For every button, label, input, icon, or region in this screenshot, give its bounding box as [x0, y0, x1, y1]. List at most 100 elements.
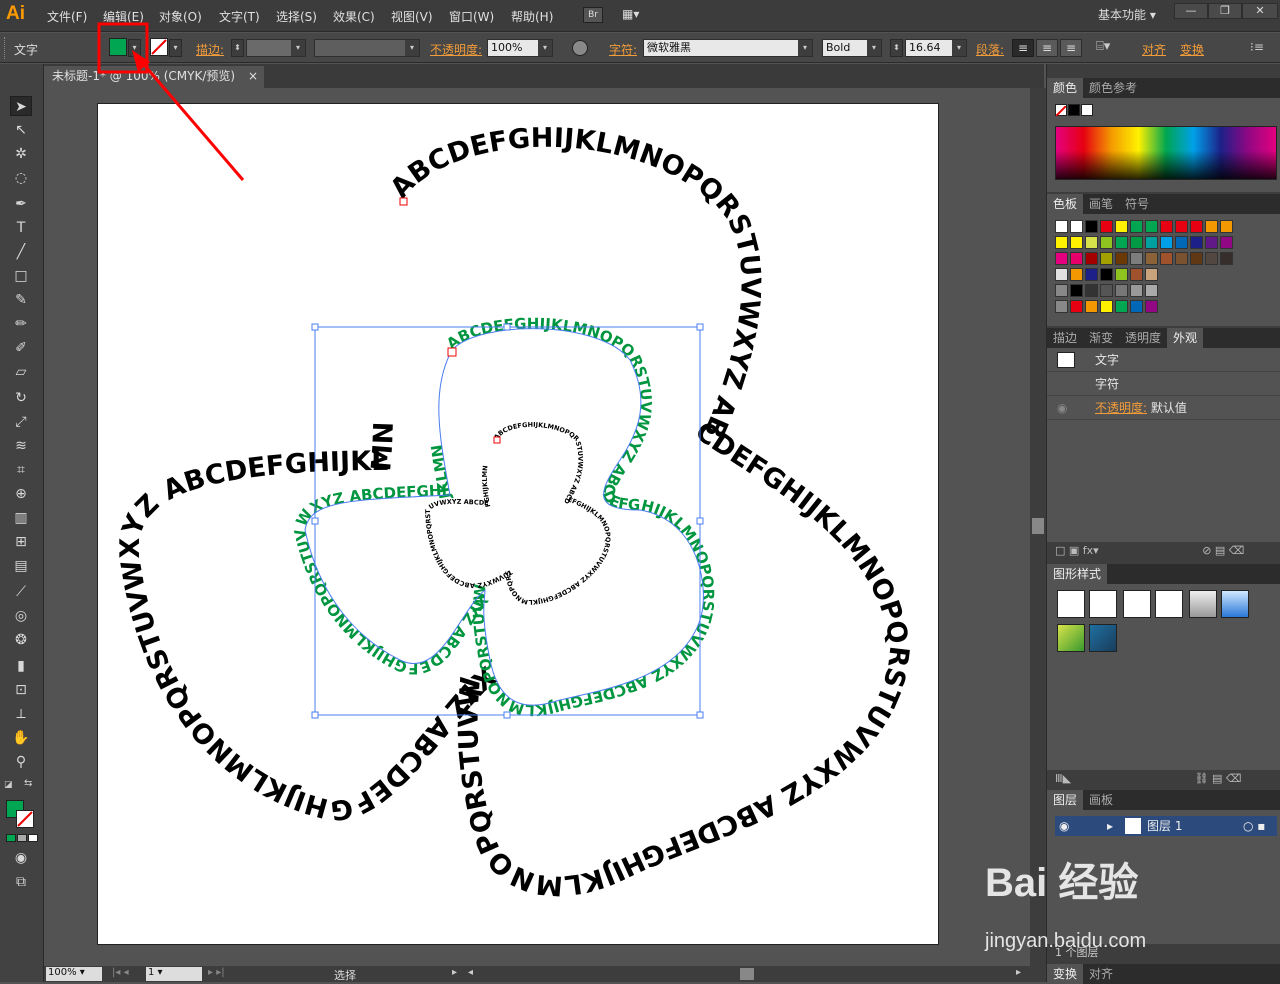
swatch[interactable] — [1190, 220, 1203, 233]
style-green-pattern[interactable] — [1057, 624, 1085, 652]
swatch[interactable] — [1055, 236, 1068, 249]
tab-color[interactable]: 颜色 — [1047, 78, 1084, 98]
swatch[interactable] — [1160, 252, 1173, 265]
handle-bottom-center[interactable] — [503, 711, 511, 719]
color-spectrum[interactable] — [1055, 126, 1277, 180]
layer-row[interactable]: ◉ ▸ 图层 1 ○ ▪ — [1055, 816, 1277, 836]
swatch[interactable] — [1115, 268, 1128, 281]
tab-brushes[interactable]: 画笔 — [1083, 194, 1119, 214]
swatch[interactable] — [1145, 220, 1158, 233]
swatch[interactable] — [1100, 300, 1113, 313]
swatch[interactable] — [1100, 268, 1113, 281]
swatch[interactable] — [1145, 268, 1158, 281]
swatch[interactable] — [1085, 284, 1098, 297]
style-library-icon[interactable]: Ⅲ◣ — [1055, 772, 1071, 785]
swatch[interactable] — [1070, 284, 1083, 297]
tab-graphic-styles[interactable]: 图形样式 — [1047, 564, 1108, 584]
swatch[interactable] — [1220, 236, 1233, 249]
swatch[interactable] — [1115, 300, 1128, 313]
swatch[interactable] — [1070, 220, 1083, 233]
handle-bottom-left[interactable] — [311, 711, 319, 719]
swatch[interactable] — [1070, 300, 1083, 313]
swatch[interactable] — [1190, 236, 1203, 249]
swatch[interactable] — [1160, 220, 1173, 233]
swatch[interactable] — [1205, 236, 1218, 249]
swatch[interactable] — [1130, 252, 1143, 265]
appearance-opacity-label[interactable]: 不透明度: — [1095, 401, 1147, 415]
outer-path-text[interactable]: ABCDEFGHIJKLMNOPQRSTUVWXYZ ABCDEFGHIJKLM… — [115, 123, 915, 901]
style-gray-shadow[interactable] — [1189, 590, 1217, 618]
scroll-right-icon[interactable]: ▸ — [1016, 967, 1021, 978]
tab-symbols[interactable]: 符号 — [1119, 194, 1155, 214]
add-stroke-icon[interactable]: □ ▣ fx▾ — [1055, 544, 1099, 557]
handle-top-left[interactable] — [311, 323, 319, 331]
swatch[interactable] — [1205, 252, 1218, 265]
swatch[interactable] — [1100, 236, 1113, 249]
layer-target-icon[interactable]: ○ ▪ — [1243, 816, 1265, 836]
swatch[interactable] — [1175, 252, 1188, 265]
swatch[interactable] — [1070, 252, 1083, 265]
style-stroke[interactable] — [1155, 590, 1183, 618]
swatch[interactable] — [1190, 252, 1203, 265]
swatch[interactable] — [1115, 284, 1128, 297]
swatch[interactable] — [1175, 220, 1188, 233]
black-color-icon[interactable] — [1068, 104, 1080, 116]
tab-layers[interactable]: 图层 — [1047, 790, 1084, 810]
next-page-icon[interactable]: ▸ ▸| — [208, 967, 225, 978]
swatch[interactable] — [1130, 236, 1143, 249]
swatch[interactable] — [1055, 300, 1068, 313]
swatch[interactable] — [1130, 268, 1143, 281]
appearance-row-type[interactable]: 文字 — [1047, 348, 1280, 372]
swatch[interactable] — [1085, 268, 1098, 281]
tab-align[interactable]: 对齐 — [1083, 964, 1119, 984]
swatch[interactable] — [1130, 300, 1143, 313]
tab-swatches[interactable]: 色板 — [1047, 194, 1084, 214]
status-menu-icon[interactable]: ▸ — [452, 967, 457, 978]
swatch[interactable] — [1115, 220, 1128, 233]
swatch[interactable] — [1160, 236, 1173, 249]
swatch[interactable] — [1175, 236, 1188, 249]
swatch[interactable] — [1145, 252, 1158, 265]
swatch[interactable] — [1115, 252, 1128, 265]
artboard-number-dropdown[interactable]: 1 ▾ — [146, 967, 202, 981]
handle-top-right[interactable] — [696, 323, 704, 331]
swatch[interactable] — [1070, 268, 1083, 281]
tab-gradient[interactable]: 渐变 — [1083, 328, 1119, 348]
swatch[interactable] — [1055, 252, 1068, 265]
scroll-left-icon[interactable]: ◂ — [468, 967, 473, 978]
style-none[interactable] — [1089, 590, 1117, 618]
tab-transparency[interactable]: 透明度 — [1119, 328, 1167, 348]
handle-top-center[interactable] — [503, 323, 511, 331]
swatch[interactable] — [1205, 220, 1218, 233]
style-blue-pattern[interactable] — [1089, 624, 1117, 652]
swatch[interactable] — [1130, 220, 1143, 233]
swatch[interactable] — [1145, 284, 1158, 297]
appearance-row-characters[interactable]: 字符 — [1047, 372, 1280, 396]
appearance-actions-icon[interactable]: ⊘ ▤ ⌫ — [1202, 544, 1244, 557]
swatch[interactable] — [1085, 220, 1098, 233]
eye-icon[interactable]: ◉ — [1057, 396, 1067, 420]
swatch[interactable] — [1100, 220, 1113, 233]
swatch[interactable] — [1085, 300, 1098, 313]
style-actions-icon[interactable]: ⛓ ▤ ⌫ — [1195, 772, 1242, 785]
none-color-icon[interactable] — [1055, 104, 1067, 117]
text-start-marker[interactable] — [447, 347, 457, 357]
white-color-icon[interactable] — [1081, 104, 1093, 116]
middle-path-text[interactable]: ABCDEFGHIJKLMNOPQRSTUVWXYZ ABCDEFGHIJKLM… — [291, 315, 718, 720]
tab-stroke[interactable]: 描边 — [1047, 328, 1083, 348]
swatch[interactable] — [1130, 284, 1143, 297]
swatch[interactable] — [1055, 268, 1068, 281]
swatch[interactable] — [1055, 284, 1068, 297]
vertical-scroll-thumb[interactable] — [1032, 518, 1044, 534]
swatch[interactable] — [1085, 252, 1098, 265]
first-page-icon[interactable]: |◂ ◂ — [112, 967, 129, 978]
zoom-dropdown[interactable]: 100% ▾ — [46, 967, 102, 981]
swatch[interactable] — [1220, 220, 1233, 233]
swatch[interactable] — [1070, 236, 1083, 249]
swatch[interactable] — [1100, 284, 1113, 297]
horizontal-scroll-thumb[interactable] — [740, 968, 754, 980]
swatch[interactable] — [1145, 300, 1158, 313]
swatch[interactable] — [1055, 220, 1068, 233]
swatch[interactable] — [1085, 236, 1098, 249]
inner-path-text[interactable]: ABCDEFGHIJKLMNOPQRSTUVWXYZ ABCDEFGHIJKLM… — [424, 421, 612, 606]
